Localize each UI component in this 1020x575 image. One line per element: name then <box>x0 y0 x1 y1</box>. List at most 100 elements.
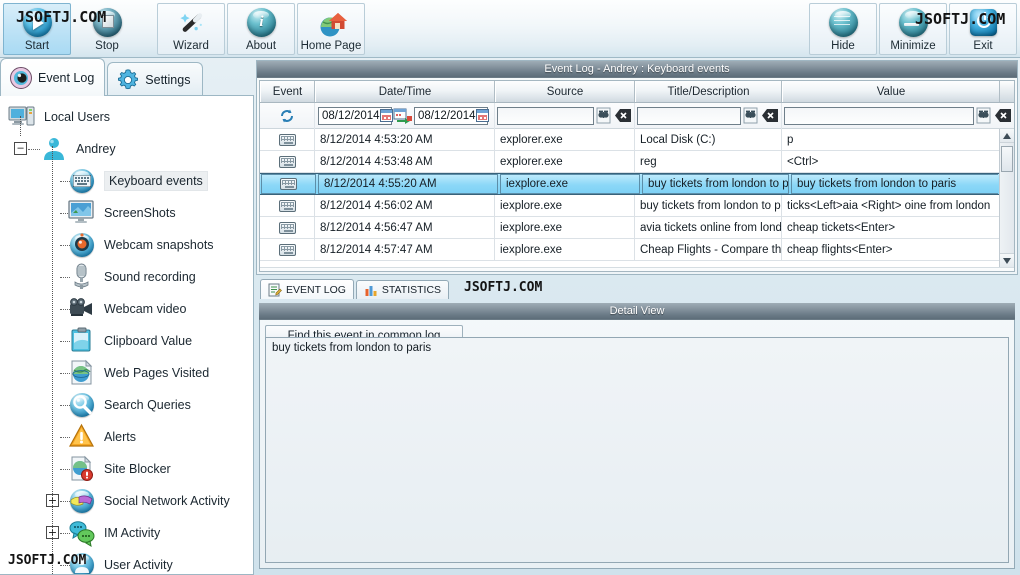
value-filter-input[interactable] <box>784 106 974 125</box>
exit-button[interactable]: Exit <box>949 3 1017 55</box>
sidebar-item-local-users[interactable]: Local Users <box>0 101 253 133</box>
table-row[interactable]: 8/12/2014 4:57:47 AM iexplore.exe Cheap Fl… <box>260 239 999 261</box>
filter-value-cell[interactable] <box>782 103 1014 129</box>
title-cell: Local Disk (C:) <box>635 129 782 150</box>
value-cell: p <box>787 133 794 146</box>
sidebar-item-screenshots[interactable]: ScreenShots <box>0 197 253 229</box>
date-from-input[interactable]: 08/12/2014 <box>318 106 393 125</box>
record-count-bar: 3 / 6 <box>260 267 1014 271</box>
binoculars-icon-source[interactable] <box>595 107 612 124</box>
tab-event-log[interactable]: Event Log <box>0 58 106 96</box>
tab-settings[interactable]: Settings <box>107 62 204 96</box>
filter-title-cell[interactable] <box>635 102 782 129</box>
sidebar-item-label: ScreenShots <box>104 206 176 220</box>
table-row[interactable]: 8/12/2014 4:53:20 AM explorer.exe Local Di… <box>260 129 999 151</box>
tab-event-log-label: Event Log <box>38 70 95 85</box>
date-to-value: 08/12/2014 <box>418 109 476 122</box>
sub-tab-statistics[interactable]: STATISTICS <box>355 280 450 299</box>
keyboard-orb-icon <box>68 167 98 195</box>
sidebar-item-site-blocker[interactable]: Site Blocker <box>0 453 253 485</box>
grid-column-header[interactable]: Value <box>782 81 999 102</box>
user-icon <box>40 135 70 163</box>
toolbar-right-group: Hide Minimize Exit <box>806 0 1020 57</box>
magnifier-orb-icon <box>68 391 98 419</box>
about-button-label: About <box>245 40 277 52</box>
sidebar-item-label: Sound recording <box>104 270 196 284</box>
sub-tab-event-log-label: EVENT LOG <box>286 283 346 296</box>
grid-vertical-scrollbar[interactable] <box>999 129 1014 267</box>
clear-title-filter-button[interactable] <box>761 108 779 123</box>
minimize-button[interactable]: Minimize <box>879 3 947 55</box>
scroll-down-button[interactable] <box>1000 253 1014 267</box>
user-tree[interactable]: Local Users – Andrey Keyboard events Scr… <box>0 95 254 575</box>
exit-button-label: Exit <box>973 40 993 52</box>
table-row[interactable]: 8/12/2014 4:56:02 AM iexplore.exe buy tick… <box>260 195 999 217</box>
date-range-arrow-icon[interactable] <box>393 107 413 125</box>
grid-column-header[interactable]: Date/Time <box>315 81 495 102</box>
sidebar-item-search-queries[interactable]: Search Queries <box>0 389 253 421</box>
source-cell: explorer.exe <box>495 151 635 172</box>
filter-source-cell[interactable] <box>495 102 635 129</box>
sidebar-item-label: Local Users <box>44 110 110 124</box>
home-page-button[interactable]: Home Page <box>297 3 365 55</box>
source-cell: explorer.exe <box>495 129 635 150</box>
event-log-grid[interactable]: Event Date/Time Source Title/Description Val… <box>259 80 1015 272</box>
wizard-button[interactable]: Wizard <box>157 3 225 55</box>
sidebar-item-alerts[interactable]: Alerts <box>0 421 253 453</box>
grid-column-header[interactable]: Event <box>260 81 315 102</box>
table-row[interactable]: 8/12/2014 4:56:47 AM iexplore.exe avia tic… <box>260 217 999 239</box>
about-button[interactable]: i About <box>227 3 295 55</box>
grid-column-header[interactable]: Source <box>495 81 635 102</box>
sidebar-item-sound-recording[interactable]: Sound recording <box>0 261 253 293</box>
start-button[interactable]: Start <box>3 3 71 55</box>
sidebar-item-webcam-snapshots[interactable]: Webcam snapshots <box>0 229 253 261</box>
detail-view-content[interactable]: buy tickets from london to paris <box>265 337 1009 563</box>
stop-button[interactable]: Stop <box>73 3 141 55</box>
keyboard-icon <box>280 178 297 190</box>
binoculars-icon-value[interactable] <box>975 107 992 124</box>
sidebar-item-social-network-activity[interactable]: + Social Network Activity <box>0 485 253 517</box>
binoculars-icon-title[interactable] <box>742 107 759 124</box>
datetime-cell: 8/12/2014 4:57:47 AM <box>315 239 495 260</box>
right-panel: Event Log - Andrey : Keyboard events Eve… <box>256 60 1018 573</box>
globe-page-icon <box>68 359 98 387</box>
date-to-input[interactable]: 08/12/2014 <box>414 106 489 125</box>
sidebar-item-web-pages-visited[interactable]: Web Pages Visited <box>0 357 253 389</box>
sidebar-item-label: Search Queries <box>104 398 191 412</box>
toolbar-left-group: Start Stop <box>0 0 144 57</box>
computer-icon <box>8 103 38 131</box>
calendar-icon-from[interactable] <box>379 109 393 122</box>
sidebar-item-andrey[interactable]: – Andrey <box>0 133 253 165</box>
refresh-icon[interactable] <box>279 108 295 124</box>
event-type-cell <box>260 151 315 172</box>
title-cell: avia tickets online from londo <box>635 217 782 238</box>
sub-tab-statistics-label: STATISTICS <box>381 284 442 296</box>
scrollbar-thumb[interactable] <box>1001 146 1013 172</box>
sidebar-item-webcam-video[interactable]: Webcam video <box>0 293 253 325</box>
filter-refresh-cell[interactable] <box>260 102 315 129</box>
sidebar-item-im-activity[interactable]: + IM Activity <box>0 517 253 549</box>
globe-block-icon <box>68 455 98 483</box>
title-filter-input[interactable] <box>637 106 741 125</box>
hide-button[interactable]: Hide <box>809 3 877 55</box>
sidebar-item-keyboard-events[interactable]: Keyboard events <box>0 165 253 197</box>
grid-column-header[interactable]: Title/Description <box>635 81 782 102</box>
collapse-icon[interactable]: – <box>14 142 27 155</box>
sidebar-item-label: Clipboard Value <box>104 334 193 348</box>
toolbar-divider <box>144 0 154 57</box>
clear-value-filter-button[interactable] <box>994 108 1012 123</box>
calendar-icon-to[interactable] <box>475 109 489 122</box>
source-cell: iexplore.exe <box>495 239 635 260</box>
filter-date-cell[interactable]: 08/12/2014 08/12/2014 <box>315 102 495 129</box>
source-filter-input[interactable] <box>497 106 594 125</box>
sub-tab-event-log[interactable]: EVENT LOG <box>260 279 354 299</box>
scroll-up-button[interactable] <box>1000 129 1014 143</box>
grid-header-row: Event Date/Time Source Title/Description Val… <box>260 81 1014 103</box>
sidebar-item-user-activity[interactable]: User Activity <box>0 549 253 574</box>
sidebar-item-clipboard-value[interactable]: Clipboard Value <box>0 325 253 357</box>
table-row[interactable]: 8/12/2014 4:53:48 AM explorer.exe reg <Ctrl… <box>260 151 999 173</box>
title-cell: Cheap Flights - Compare the <box>635 239 782 260</box>
keyboard-icon <box>278 155 296 168</box>
clear-source-filter-button[interactable] <box>614 108 632 123</box>
table-row[interactable]: 8/12/2014 4:55:20 AM iexplore.exe buy tick… <box>260 173 999 195</box>
